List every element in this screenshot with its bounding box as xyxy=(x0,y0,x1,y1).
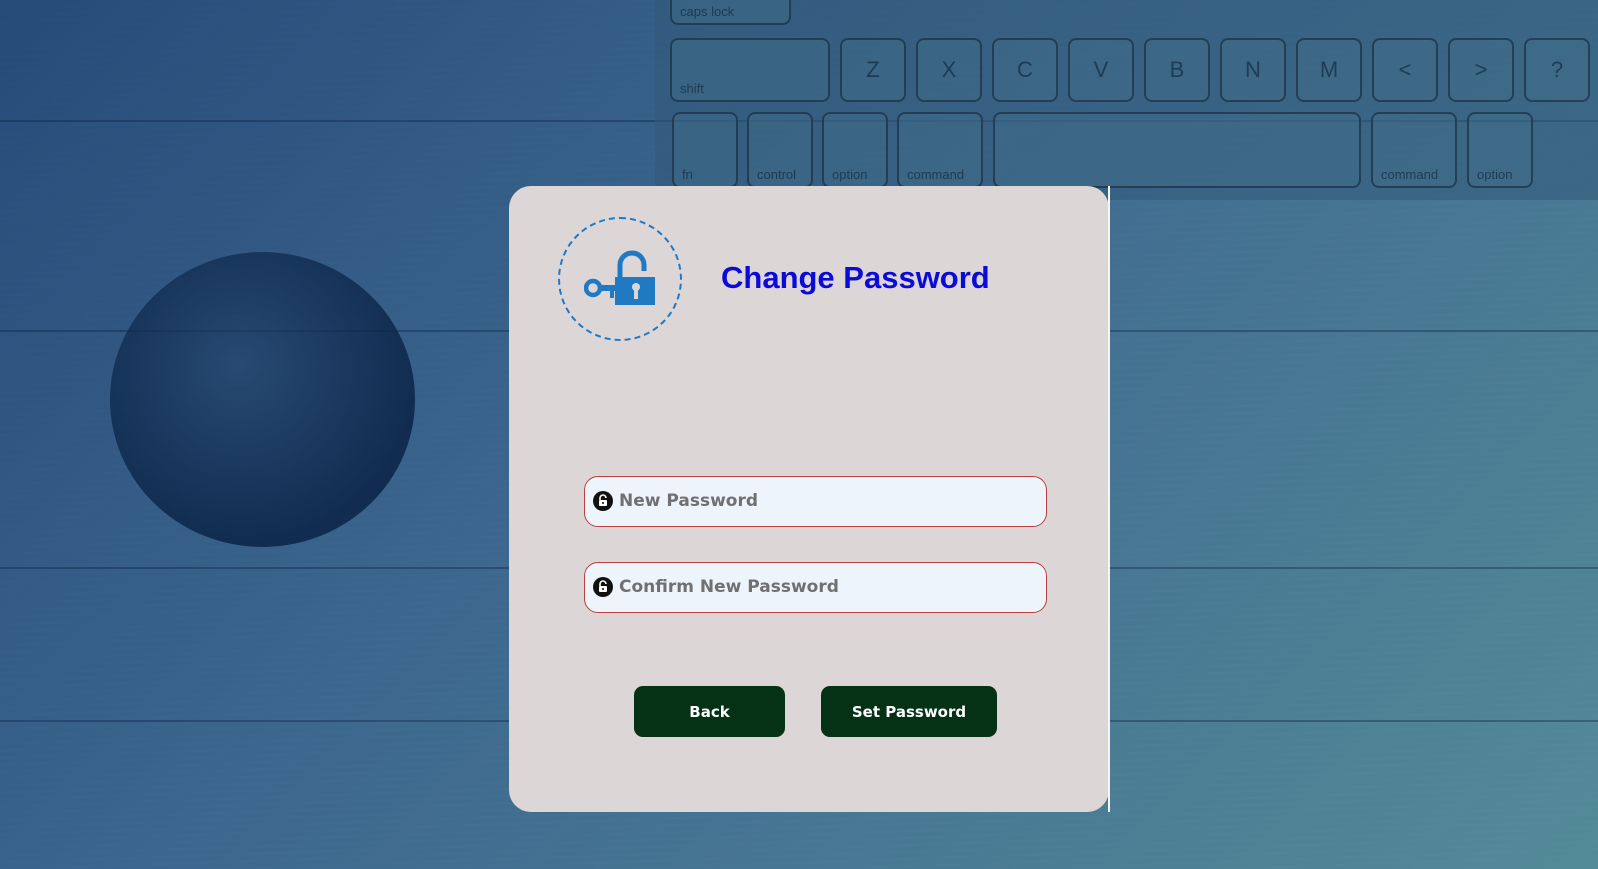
back-button[interactable]: Back xyxy=(634,686,785,737)
set-password-button[interactable]: Set Password xyxy=(821,686,997,737)
keyboard-key: Z xyxy=(840,38,906,102)
keyboard-key: ? xyxy=(1524,38,1590,102)
keyboard-key: command xyxy=(897,112,983,188)
keyboard-key: C xyxy=(992,38,1058,102)
card-edge-divider xyxy=(1108,186,1110,812)
keyboard-spacebar xyxy=(993,112,1361,188)
new-password-field-wrapper xyxy=(584,476,1047,527)
keyboard-key: < xyxy=(1372,38,1438,102)
keyboard-key: M xyxy=(1296,38,1362,102)
keyboard-key: B xyxy=(1144,38,1210,102)
keyboard-key: X xyxy=(916,38,982,102)
apple-background-shape xyxy=(110,252,415,547)
keyboard-key: > xyxy=(1448,38,1514,102)
keyboard-key: fn xyxy=(672,112,738,188)
keyboard-key: option xyxy=(822,112,888,188)
keyboard-key: V xyxy=(1068,38,1134,102)
keyboard-key: option xyxy=(1467,112,1533,188)
key-lock-icon xyxy=(584,250,655,305)
lock-icon xyxy=(593,491,613,515)
lock-icon xyxy=(593,577,613,601)
keyboard-key: command xyxy=(1371,112,1457,188)
page-title: Change Password xyxy=(721,260,990,295)
logo xyxy=(558,217,682,341)
new-password-input[interactable] xyxy=(619,477,1039,525)
change-password-card: Change Password Back Set Password xyxy=(509,186,1109,812)
keyboard-key: N xyxy=(1220,38,1286,102)
confirm-password-field-wrapper xyxy=(584,562,1047,613)
confirm-password-input[interactable] xyxy=(619,563,1039,611)
keyboard-background: caps lock shift Z X C V B N M < > ? fn c… xyxy=(655,0,1598,200)
keyboard-key: control xyxy=(747,112,813,188)
keyboard-key: caps lock xyxy=(670,0,791,25)
keyboard-key: shift xyxy=(670,38,830,102)
